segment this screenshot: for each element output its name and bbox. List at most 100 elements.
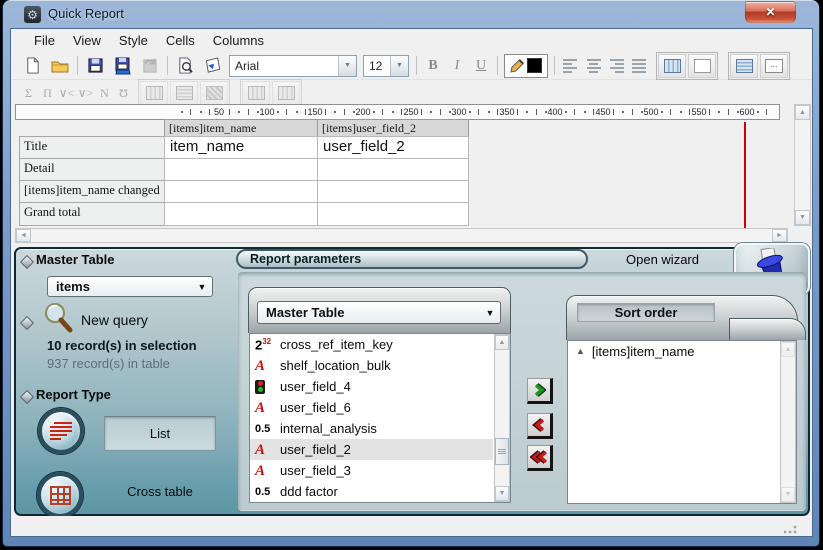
sort-order-label-box: Sort order (577, 303, 715, 322)
field-row[interactable]: Auser_field_6 (250, 397, 493, 418)
cross-table-icon (50, 486, 71, 505)
magnifier-icon[interactable] (42, 301, 74, 335)
scroll-up-button[interactable]: ▲ (781, 342, 795, 357)
real-icon: 0.5 (255, 486, 270, 498)
grid-cell[interactable] (165, 181, 318, 203)
grid-column-header[interactable]: [items]item_name (165, 120, 318, 137)
table-count: 937 record(s) in table (47, 356, 170, 371)
field-type-alpha-icon: A (255, 360, 280, 372)
master-table-dropdown[interactable]: items ▼ (47, 276, 213, 297)
list-type-selected-box[interactable]: List (104, 416, 216, 451)
real-icon: 0.5 (255, 423, 270, 435)
field-type-real-icon: 0.5 (255, 423, 280, 435)
scroll-down-button[interactable]: ▼ (795, 210, 810, 225)
red-left-chevron-icon (532, 418, 546, 432)
longint-icon: 232 (255, 337, 271, 352)
field-row[interactable]: Ashelf_location_bulk (250, 355, 493, 376)
grid-cell[interactable] (318, 181, 468, 203)
green-right-chevron-icon (532, 383, 546, 397)
field-type-longint-icon: 232 (255, 337, 280, 352)
red-light (258, 381, 263, 386)
fields-listbox: 232 cross_ref_item_key Ashelf_location_bul… (249, 333, 511, 503)
page-margin-line[interactable] (744, 122, 746, 235)
remove-column-button[interactable] (527, 413, 553, 439)
alpha-icon: A (255, 444, 265, 456)
grid-cell[interactable]: item_name (165, 137, 318, 159)
add-column-button[interactable] (527, 378, 553, 404)
open-wizard-label[interactable]: Open wizard (626, 252, 731, 267)
scroll-up-button[interactable]: ▲ (495, 335, 509, 350)
scroll-left-button[interactable]: ◄ (16, 229, 31, 242)
app-icon: ⚙ (24, 6, 41, 23)
scroll-right-button[interactable]: ► (772, 229, 787, 242)
field-name: user_field_2 (280, 442, 351, 457)
fields-table-dropdown[interactable]: Master Table ▼ (257, 301, 501, 324)
sort-ascending-icon: ▲ (576, 346, 585, 356)
cross-table-report-button[interactable] (37, 472, 83, 518)
field-name: user_field_4 (280, 379, 351, 394)
scroll-up-button[interactable]: ▲ (795, 105, 810, 120)
grid-column-header[interactable]: [items]user_field_2 (318, 120, 468, 137)
sort-tab-curve (729, 318, 806, 340)
field-type-boolean-icon (255, 380, 280, 394)
resize-grip[interactable] (784, 523, 797, 534)
field-name: cross_ref_item_key (280, 337, 393, 352)
scroll-down-button[interactable]: ▼ (781, 487, 795, 502)
grid-cell[interactable]: user_field_2 (318, 137, 468, 159)
field-type-alpha-icon: A (255, 444, 280, 456)
boolean-traffic-light-icon (255, 380, 265, 394)
field-row[interactable]: 0.5 internal_analysis (250, 418, 493, 439)
window-title: Quick Report (48, 6, 124, 21)
new-query-label[interactable]: New query (81, 312, 148, 328)
list-report-icon (50, 420, 72, 442)
grid-cell[interactable] (165, 159, 318, 181)
field-type-real-icon: 0.5 (255, 486, 280, 498)
remove-all-columns-button[interactable] (527, 445, 553, 471)
vertical-scrollbar[interactable]: ▲ ▼ (794, 104, 811, 226)
field-name: internal_analysis (280, 421, 377, 436)
grid-row-label[interactable]: [items]item_name changed (20, 181, 165, 203)
grid-row-label[interactable]: Detail (20, 159, 165, 181)
alpha-icon: A (255, 402, 265, 414)
grid-cell[interactable] (318, 159, 468, 181)
alpha-icon: A (255, 360, 265, 372)
field-row[interactable]: user_field_4 (250, 376, 493, 397)
field-row[interactable]: Auser_field_2 (250, 439, 493, 460)
selection-count: 10 record(s) in selection (47, 338, 197, 353)
master-table-value: items (48, 279, 192, 294)
report-parameters-header: Report parameters (236, 249, 588, 269)
screenshot-root: ⚙ Quick Report ✕ FileViewStyleCellsColum… (0, 0, 823, 550)
field-row[interactable]: 0.5 ddd factor (250, 481, 493, 502)
field-type-alpha-icon: A (255, 465, 280, 477)
fields-scrollbar[interactable]: ▲ ▼ (494, 334, 510, 502)
grid-row-label[interactable]: Grand total (20, 203, 165, 225)
report-type-label: Report Type (36, 387, 111, 402)
chevron-down-icon: ▼ (192, 282, 212, 292)
grid-cell[interactable] (165, 203, 318, 225)
close-button[interactable]: ✕ (745, 1, 796, 23)
list-report-button[interactable] (38, 408, 84, 454)
grid-cell[interactable] (318, 203, 468, 225)
status-strip (11, 516, 812, 536)
client-area: FileViewStyleCellsColumns (11, 29, 812, 536)
field-type-alpha-icon: A (255, 402, 280, 414)
fields-table-value: Master Table (258, 305, 480, 320)
master-table-label: Master Table (36, 252, 115, 267)
field-name: ddd factor (280, 484, 338, 499)
horizontal-scrollbar[interactable]: ◄ ► (15, 228, 788, 243)
scrollbar-thumb[interactable] (495, 438, 509, 465)
field-row[interactable]: 232 cross_ref_item_key (250, 334, 493, 355)
close-icon: ✕ (765, 5, 775, 19)
title-bar[interactable]: ⚙ Quick Report ✕ (3, 0, 819, 29)
field-name: user_field_6 (280, 400, 351, 415)
sort-listbox: ▲[items]item_name ▲ ▼ (567, 340, 797, 504)
sort-scrollbar[interactable]: ▲ ▼ (780, 341, 796, 503)
field-row[interactable]: Auser_field_3 (250, 460, 493, 481)
field-name: user_field_3 (280, 463, 351, 478)
quick-report-window: ⚙ Quick Report ✕ FileViewStyleCellsColum… (3, 0, 819, 546)
scroll-down-button[interactable]: ▼ (495, 486, 509, 501)
alpha-icon: A (255, 465, 265, 477)
sort-item[interactable]: ▲[items]item_name (568, 341, 780, 361)
cross-table-label[interactable]: Cross table (104, 484, 216, 499)
grid-row-label[interactable]: Title (20, 137, 165, 159)
